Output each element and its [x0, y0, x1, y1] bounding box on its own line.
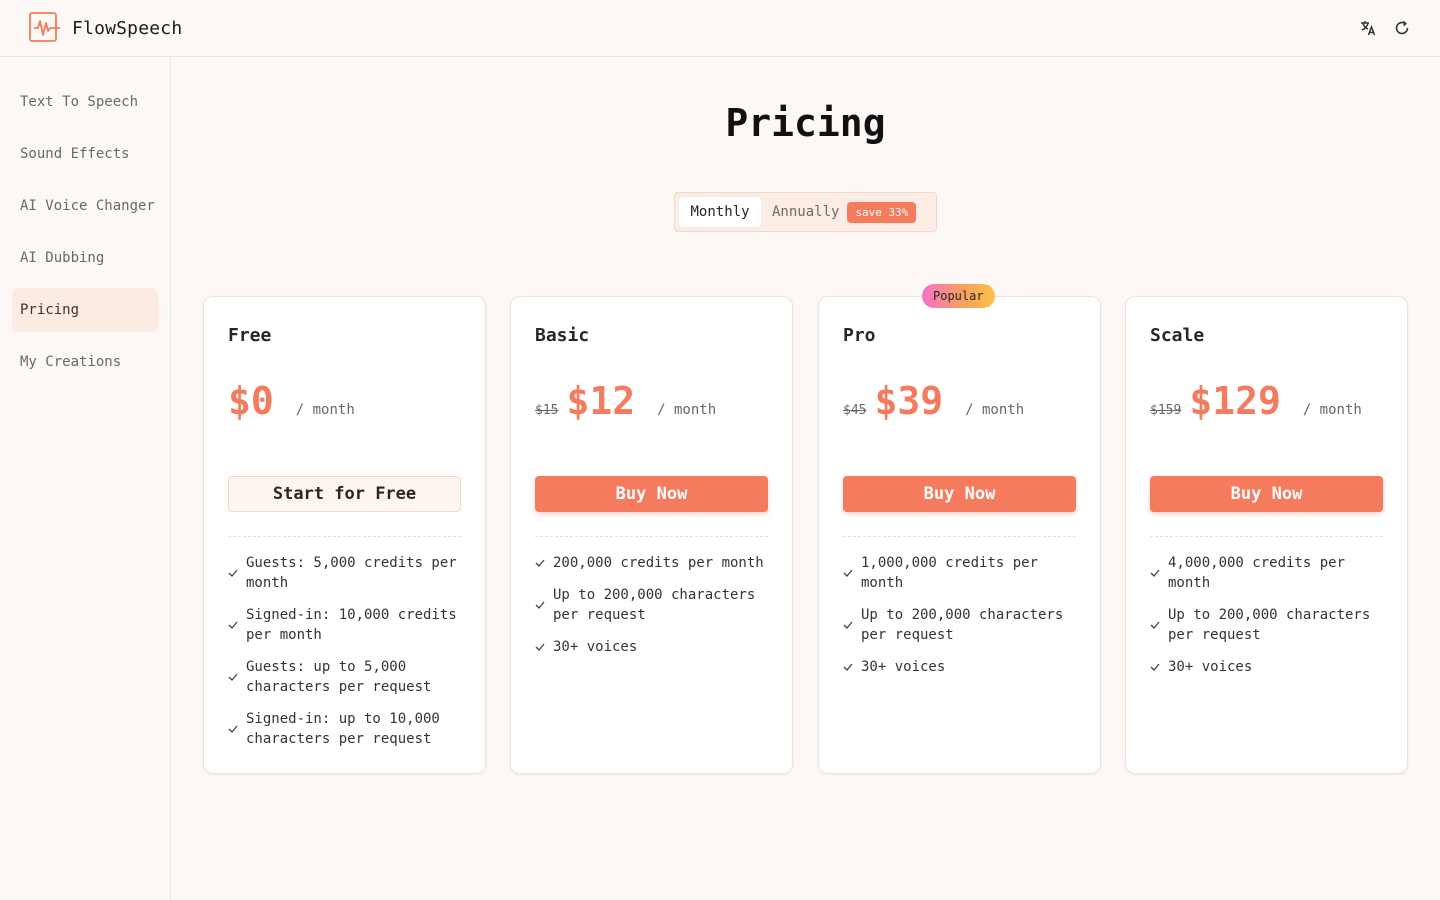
divider — [843, 536, 1076, 537]
sidebar-item-ai-dubbing[interactable]: AI Dubbing — [12, 236, 158, 280]
feature-item: Up to 200,000 characters per request — [535, 585, 768, 625]
price-row: $159 $129 / month — [1150, 379, 1362, 423]
price-row: $45 $39 / month — [843, 379, 1024, 423]
price-period: / month — [965, 402, 1025, 418]
check-icon — [535, 559, 545, 567]
buy-now-button[interactable]: Buy Now — [535, 476, 768, 512]
refresh-icon[interactable] — [1392, 18, 1412, 38]
plan-price: $0 — [228, 379, 274, 423]
translate-icon[interactable] — [1358, 18, 1378, 38]
feature-text: 30+ voices — [1168, 659, 1253, 675]
popular-badge: Popular — [922, 284, 995, 308]
feature-item: 4,000,000 credits per month — [1150, 553, 1383, 593]
feature-list: Guests: 5,000 credits per month Signed-i… — [228, 553, 461, 761]
price-period: / month — [1302, 402, 1362, 418]
sidebar-nav: Text To Speech Sound Effects AI Voice Ch… — [0, 57, 171, 900]
divider — [535, 536, 768, 537]
feature-item: Signed-in: up to 10,000 characters per r… — [228, 709, 461, 749]
check-icon — [228, 725, 238, 733]
price-row: $0 / month — [228, 379, 355, 423]
start-for-free-button[interactable]: Start for Free — [228, 476, 461, 512]
feature-item: 30+ voices — [535, 637, 768, 657]
feature-text: Signed-in: up to 10,000 characters per r… — [246, 711, 440, 747]
original-price: $45 — [843, 403, 867, 418]
price-period: / month — [295, 402, 355, 418]
feature-item: Up to 200,000 characters per request — [843, 605, 1076, 645]
top-header: FlowSpeech — [0, 0, 1440, 57]
plan-card-pro: Popular Pro $45 $39 / month Buy Now 1,00… — [818, 284, 1101, 774]
plan-price: $129 — [1189, 379, 1281, 423]
check-icon — [1150, 663, 1160, 671]
plan-price: $39 — [874, 379, 944, 423]
original-price: $15 — [535, 403, 559, 418]
check-icon — [228, 673, 238, 681]
sidebar-item-pricing[interactable]: Pricing — [12, 288, 158, 332]
buy-now-button[interactable]: Buy Now — [843, 476, 1076, 512]
feature-text: 4,000,000 credits per month — [1168, 555, 1346, 591]
plan-name: Pro — [843, 325, 876, 346]
check-icon — [1150, 621, 1160, 629]
feature-list: 1,000,000 credits per month Up to 200,00… — [843, 553, 1076, 689]
feature-text: 30+ voices — [553, 639, 638, 655]
buy-now-button[interactable]: Buy Now — [1150, 476, 1383, 512]
billing-annually-option[interactable]: Annually save 33% — [761, 197, 917, 227]
feature-text: Signed-in: 10,000 credits per month — [246, 607, 457, 643]
sidebar-item-ai-voice-changer[interactable]: AI Voice Changer — [12, 184, 158, 228]
check-icon — [843, 569, 853, 577]
billing-annually-label: Annually — [772, 204, 840, 220]
billing-toggle: Monthly Annually save 33% — [674, 192, 937, 232]
feature-list: 4,000,000 credits per month Up to 200,00… — [1150, 553, 1383, 689]
app-name: FlowSpeech — [72, 17, 183, 39]
sidebar-item-my-creations[interactable]: My Creations — [12, 340, 158, 384]
plan-price: $12 — [566, 379, 636, 423]
billing-monthly-option[interactable]: Monthly — [679, 197, 761, 227]
plan-card-scale: Scale $159 $129 / month Buy Now 4,000,00… — [1125, 296, 1408, 774]
divider — [228, 536, 461, 537]
check-icon — [1150, 569, 1160, 577]
feature-list: 200,000 credits per month Up to 200,000 … — [535, 553, 768, 669]
price-row: $15 $12 / month — [535, 379, 716, 423]
save-badge: save 33% — [847, 201, 917, 223]
feature-text: Up to 200,000 characters per request — [553, 587, 756, 623]
feature-item: Up to 200,000 characters per request — [1150, 605, 1383, 645]
sidebar-item-text-to-speech[interactable]: Text To Speech — [12, 80, 158, 124]
feature-text: Up to 200,000 characters per request — [861, 607, 1064, 643]
feature-text: Up to 200,000 characters per request — [1168, 607, 1371, 643]
plan-card-basic: Basic $15 $12 / month Buy Now 200,000 cr… — [510, 296, 793, 774]
feature-item: 30+ voices — [843, 657, 1076, 677]
plan-name: Scale — [1150, 325, 1205, 346]
plan-name: Free — [228, 325, 272, 346]
feature-item: Guests: up to 5,000 characters per reque… — [228, 657, 461, 697]
plan-name: Basic — [535, 325, 590, 346]
feature-item: 1,000,000 credits per month — [843, 553, 1076, 593]
divider — [1150, 536, 1383, 537]
price-period: / month — [657, 402, 717, 418]
feature-text: Guests: up to 5,000 characters per reque… — [246, 659, 432, 695]
plan-card-free: Free $0 / month Start for Free Guests: 5… — [203, 296, 486, 774]
page-title: Pricing — [725, 101, 886, 145]
check-icon — [843, 621, 853, 629]
check-icon — [535, 601, 545, 609]
check-icon — [228, 569, 238, 577]
feature-item: 200,000 credits per month — [535, 553, 768, 573]
check-icon — [843, 663, 853, 671]
check-icon — [228, 621, 238, 629]
feature-text: 1,000,000 credits per month — [861, 555, 1039, 591]
brand-logo[interactable]: FlowSpeech — [28, 11, 182, 45]
feature-text: 200,000 credits per month — [553, 555, 764, 571]
waveform-logo-icon — [29, 12, 60, 42]
feature-text: 30+ voices — [861, 659, 946, 675]
check-icon — [535, 643, 545, 651]
sidebar-item-sound-effects[interactable]: Sound Effects — [12, 132, 158, 176]
original-price: $159 — [1150, 403, 1182, 418]
feature-text: Guests: 5,000 credits per month — [246, 555, 457, 591]
feature-item: Signed-in: 10,000 credits per month — [228, 605, 461, 645]
feature-item: Guests: 5,000 credits per month — [228, 553, 461, 593]
feature-item: 30+ voices — [1150, 657, 1383, 677]
main-content: Pricing Monthly Annually save 33% Free $… — [171, 57, 1440, 900]
